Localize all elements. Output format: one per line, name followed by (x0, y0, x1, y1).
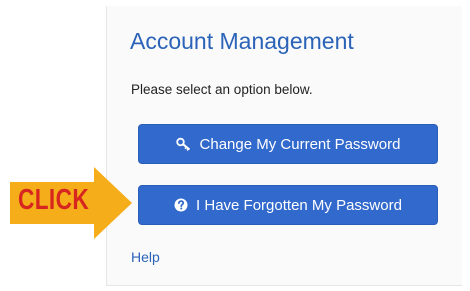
change-password-label: Change My Current Password (199, 135, 401, 153)
click-callout-label: CLICK (18, 184, 90, 216)
key-icon (175, 137, 192, 151)
help-link[interactable]: Help (131, 249, 160, 265)
question-circle-icon (174, 198, 188, 212)
change-password-button[interactable]: Change My Current Password (138, 124, 438, 164)
instruction-text: Please select an option below. (131, 82, 313, 97)
forgot-password-button[interactable]: I Have Forgotten My Password (138, 185, 438, 225)
forgot-password-label: I Have Forgotten My Password (196, 196, 402, 214)
page-title: Account Management (130, 28, 354, 54)
